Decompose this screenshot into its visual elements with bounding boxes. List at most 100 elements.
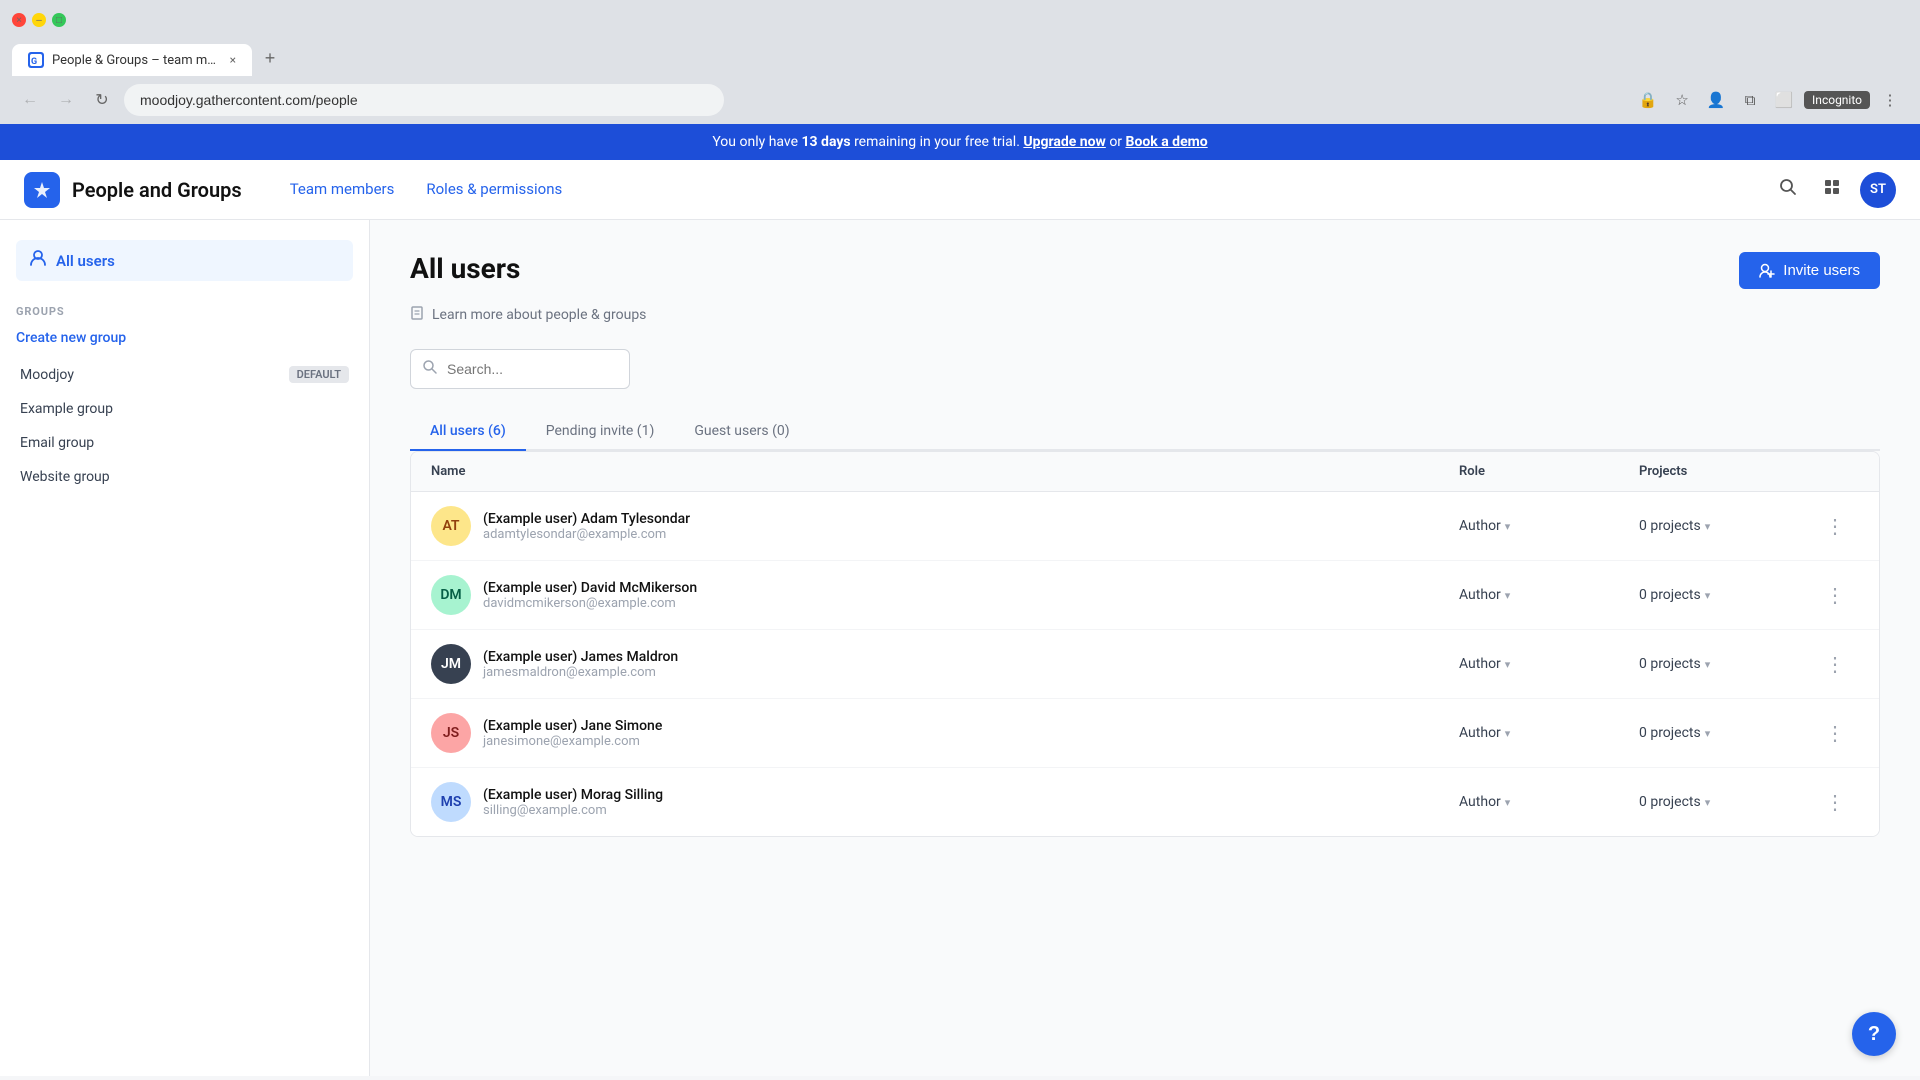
role-cell-morag[interactable]: Author ▾ [1459,794,1639,810]
role-cell-adam[interactable]: Author ▾ [1459,518,1639,534]
tab-team-members[interactable]: Team members [274,172,411,208]
user-details-james: (Example user) James Maldron jamesmaldro… [483,649,678,680]
tab-favicon: G [28,52,44,68]
extension-btn[interactable]: 🔒 [1634,86,1662,114]
projects-cell-jane[interactable]: 0 projects ▾ [1639,725,1819,741]
user-email-morag: silling@example.com [483,803,663,818]
invite-users-button[interactable]: Invite users [1739,252,1880,289]
tab-pending-invite[interactable]: Pending invite (1) [526,413,675,451]
table-row: JS (Example user) Jane Simone janesimone… [411,699,1879,768]
back-button[interactable]: ← [16,86,44,114]
invite-users-label: Invite users [1783,262,1860,279]
tab-close-icon[interactable]: × [230,53,236,67]
learn-more-link[interactable]: Learn more about people & groups [410,305,1880,325]
browser-titlebar: × – □ [0,0,1920,40]
trial-text-middle: remaining in your free trial. [854,134,1023,150]
row-menu-adam[interactable]: ⋮ [1819,510,1851,542]
sidebar-all-users[interactable]: All users [16,240,353,281]
search-input[interactable] [410,349,630,389]
reload-button[interactable]: ↻ [88,86,116,114]
role-cell-jane[interactable]: Author ▾ [1459,725,1639,741]
user-info-adam: AT (Example user) Adam Tylesondar adamty… [431,506,1459,546]
new-tab-button[interactable]: + [256,44,284,72]
role-chevron-jane: ▾ [1505,727,1511,740]
user-email-james: jamesmaldron@example.com [483,665,678,680]
help-button[interactable]: ? [1852,1012,1896,1056]
demo-link[interactable]: Book a demo [1126,134,1208,150]
row-menu-james[interactable]: ⋮ [1819,648,1851,680]
window-minimize-btn[interactable]: – [32,13,46,27]
group-name-example: Example group [20,401,113,417]
window-maximize-btn[interactable]: □ [52,13,66,27]
search-icon [422,359,438,379]
sidebar-group-moodjoy[interactable]: Moodjoy DEFAULT [16,358,353,391]
all-users-label: All users [56,252,115,270]
projects-cell-david[interactable]: 0 projects ▾ [1639,587,1819,603]
grid-button[interactable] [1816,174,1848,206]
group-name-moodjoy: Moodjoy [20,367,74,383]
role-chevron-adam: ▾ [1505,520,1511,533]
tab-title: People & Groups – team mem... [52,53,222,68]
row-menu-morag[interactable]: ⋮ [1819,786,1851,818]
menu-btn[interactable]: ⋮ [1876,86,1904,114]
avatar-jane: JS [431,713,471,753]
browser-tab-active[interactable]: G People & Groups – team mem... × [12,44,252,76]
users-table: Name Role Projects AT (Example user) Ada… [410,451,1880,837]
app-title: People and Groups [72,178,242,202]
trial-text-or: or [1109,134,1125,150]
table-header: Name Role Projects [411,452,1879,492]
projects-chevron-morag: ▾ [1705,796,1711,809]
projects-label-jane: 0 projects [1639,725,1701,741]
projects-chevron-james: ▾ [1705,658,1711,671]
extensions-btn[interactable]: ⧉ [1736,86,1764,114]
projects-label-morag: 0 projects [1639,794,1701,810]
app-logo[interactable] [24,172,60,208]
user-details-morag: (Example user) Morag Silling silling@exa… [483,787,663,818]
bookmark-btn[interactable]: ☆ [1668,86,1696,114]
role-chevron-morag: ▾ [1505,796,1511,809]
projects-cell-morag[interactable]: 0 projects ▾ [1639,794,1819,810]
tab-roles-permissions[interactable]: Roles & permissions [410,172,578,208]
upgrade-link[interactable]: Upgrade now [1023,134,1105,150]
role-cell-james[interactable]: Author ▾ [1459,656,1639,672]
tab-all-users[interactable]: All users (6) [410,413,526,451]
create-new-group-link[interactable]: Create new group [16,330,353,346]
table-row: JM (Example user) James Maldron jamesmal… [411,630,1879,699]
row-menu-david[interactable]: ⋮ [1819,579,1851,611]
user-info-james: JM (Example user) James Maldron jamesmal… [431,644,1459,684]
address-input[interactable] [124,84,724,116]
page-title: All users [410,252,520,285]
sidebar-group-email[interactable]: Email group [16,427,353,459]
default-badge: DEFAULT [289,366,349,383]
group-name-website: Website group [20,469,110,485]
avatar-morag: MS [431,782,471,822]
profile-btn[interactable]: 👤 [1702,86,1730,114]
tab-guest-users[interactable]: Guest users (0) [674,413,809,451]
projects-cell-adam[interactable]: 0 projects ▾ [1639,518,1819,534]
projects-cell-james[interactable]: 0 projects ▾ [1639,656,1819,672]
sidebar-group-website[interactable]: Website group [16,461,353,493]
user-details-david: (Example user) David McMikerson davidmcm… [483,580,697,611]
user-avatar[interactable]: ST [1860,172,1896,208]
search-wrapper [410,349,1880,389]
search-button[interactable] [1772,174,1804,206]
sidebar-group-example[interactable]: Example group [16,393,353,425]
window-controls: × – □ [12,13,66,27]
groups-section-title: GROUPS [16,305,353,318]
user-info-jane: JS (Example user) Jane Simone janesimone… [431,713,1459,753]
content-area: All users Invite users Learn more about … [370,220,1920,1076]
window-close-btn[interactable]: × [12,13,26,27]
role-chevron-david: ▾ [1505,589,1511,602]
forward-button[interactable]: → [52,86,80,114]
role-cell-david[interactable]: Author ▾ [1459,587,1639,603]
row-menu-jane[interactable]: ⋮ [1819,717,1851,749]
user-name-morag: (Example user) Morag Silling [483,787,663,803]
main-nav: Team members Roles & permissions [274,172,579,208]
sidebar-btn[interactable]: ⬜ [1770,86,1798,114]
header-actions [1819,464,1859,479]
user-icon [28,248,48,273]
browser-actions: 🔒 ☆ 👤 ⧉ ⬜ Incognito ⋮ [1634,86,1904,114]
role-label-morag: Author [1459,794,1501,810]
browser-chrome: × – □ G People & Groups – team mem... × … [0,0,1920,124]
user-details-adam: (Example user) Adam Tylesondar adamtyles… [483,511,690,542]
